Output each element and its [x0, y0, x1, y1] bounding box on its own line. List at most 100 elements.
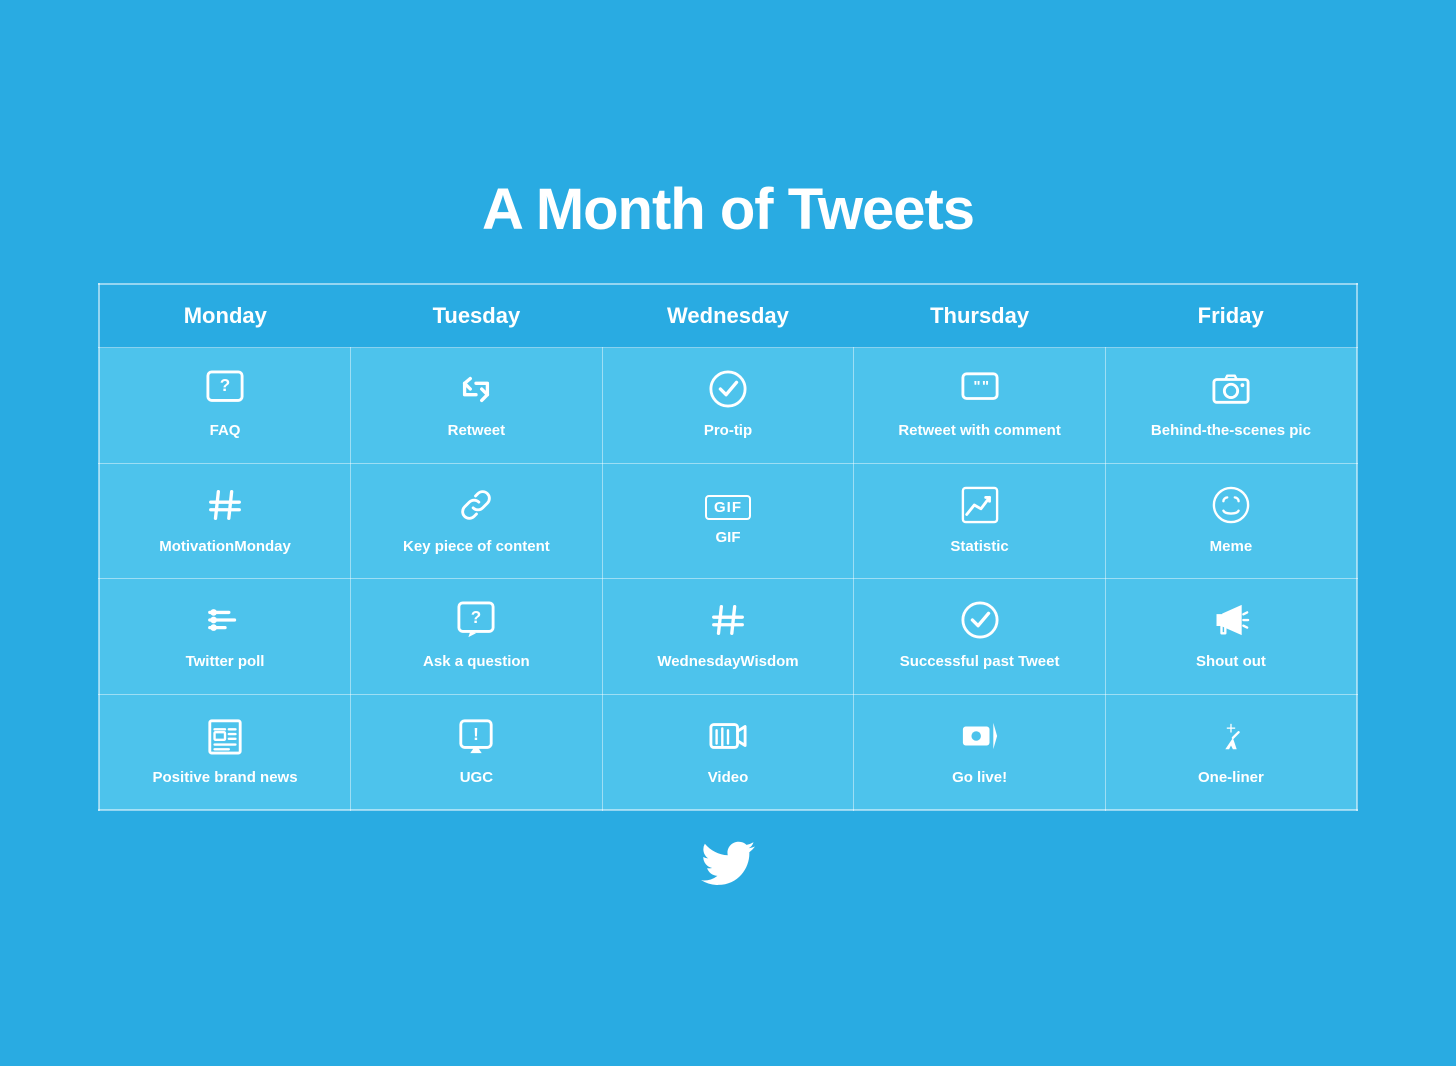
hashtag2-icon — [709, 601, 747, 644]
cell-label-4-1: Positive brand news — [153, 768, 298, 788]
cell-4-5: + One-liner — [1105, 694, 1357, 810]
cell-2-1: MotivationMonday — [99, 463, 351, 579]
cell-content-2-5: Meme — [1116, 486, 1346, 557]
check-icon — [961, 601, 999, 644]
gif-box-icon: GIF — [705, 495, 751, 520]
cell-4-3: Video — [602, 694, 854, 810]
col-friday: Friday — [1105, 284, 1357, 348]
cell-content-4-4: Go live! — [864, 717, 1095, 788]
cell-label-2-4: Statistic — [950, 537, 1008, 557]
cell-content-4-3: Video — [613, 717, 844, 788]
header-row: Monday Tuesday Wednesday Thursday Friday — [99, 284, 1357, 348]
cell-label-1-5: Behind-the-scenes pic — [1151, 421, 1311, 441]
cell-2-3: GIF GIF — [602, 463, 854, 579]
retweet-comment-icon: " " — [961, 370, 999, 413]
cell-1-5: Behind-the-scenes pic — [1105, 348, 1357, 464]
col-tuesday: Tuesday — [351, 284, 603, 348]
oneliner-icon: + — [1212, 717, 1250, 760]
faq-icon: ? — [206, 370, 244, 413]
calendar-row-2: MotivationMonday Key piece of content GIF… — [99, 463, 1357, 579]
video-icon — [709, 717, 747, 760]
cell-label-1-2: Retweet — [448, 421, 506, 441]
cell-4-1: Positive brand news — [99, 694, 351, 810]
cell-label-2-1: MotivationMonday — [159, 537, 291, 557]
live-icon — [961, 717, 999, 760]
gif-icon: GIF — [705, 495, 751, 520]
cell-label-1-3: Pro-tip — [704, 421, 752, 441]
col-thursday: Thursday — [854, 284, 1106, 348]
cell-label-4-5: One-liner — [1198, 768, 1264, 788]
cell-label-3-4: Successful past Tweet — [900, 652, 1060, 672]
cell-content-2-1: MotivationMonday — [110, 486, 340, 557]
cell-4-2: ! UGC — [351, 694, 603, 810]
cell-label-2-5: Meme — [1210, 537, 1253, 557]
svg-text:?: ? — [471, 608, 481, 627]
cell-content-2-2: Key piece of content — [361, 486, 592, 557]
news-icon — [206, 717, 244, 760]
calendar-row-4: Positive brand news ! UGC Video Go live!… — [99, 694, 1357, 810]
page-title: A Month of Tweets — [482, 176, 974, 243]
calendar-table: Monday Tuesday Wednesday Thursday Friday… — [98, 283, 1358, 811]
protip-icon — [709, 370, 747, 413]
cell-label-4-4: Go live! — [952, 768, 1007, 788]
cell-content-1-1: ? FAQ — [110, 370, 340, 441]
cell-content-1-5: Behind-the-scenes pic — [1116, 370, 1346, 441]
meme-icon — [1212, 486, 1250, 529]
cell-1-2: Retweet — [351, 348, 603, 464]
calendar-row-1: ? FAQ Retweet Pro-tip " " Retweet with c… — [99, 348, 1357, 464]
cell-content-3-1: Twitter poll — [110, 601, 340, 672]
cell-label-1-1: FAQ — [210, 421, 241, 441]
cell-label-4-2: UGC — [460, 768, 493, 788]
cell-content-3-5: Shout out — [1116, 601, 1346, 672]
cell-content-4-1: Positive brand news — [110, 717, 340, 788]
cell-2-4: Statistic — [854, 463, 1106, 579]
cell-label-2-2: Key piece of content — [403, 537, 550, 557]
link-icon — [457, 486, 495, 529]
cell-label-3-5: Shout out — [1196, 652, 1266, 672]
cell-content-4-5: + One-liner — [1116, 717, 1346, 788]
cell-4-4: Go live! — [854, 694, 1106, 810]
col-wednesday: Wednesday — [602, 284, 854, 348]
cell-label-3-1: Twitter poll — [186, 652, 265, 672]
megaphone-icon — [1212, 601, 1250, 644]
cell-label-3-2: Ask a question — [423, 652, 530, 672]
cell-label-1-4: Retweet with comment — [898, 421, 1061, 441]
cell-1-4: " " Retweet with comment — [854, 348, 1106, 464]
cell-2-2: Key piece of content — [351, 463, 603, 579]
ugc-icon: ! — [457, 717, 495, 760]
twitter-footer — [701, 841, 755, 890]
cell-3-2: ? Ask a question — [351, 579, 603, 695]
cell-3-5: Shout out — [1105, 579, 1357, 695]
svg-text:": " — [973, 378, 980, 395]
cell-label-4-3: Video — [708, 768, 749, 788]
statistic-icon — [961, 486, 999, 529]
svg-text:?: ? — [220, 376, 230, 395]
cell-1-3: Pro-tip — [602, 348, 854, 464]
poll-icon — [206, 601, 244, 644]
calendar-row-3: Twitter poll ? Ask a question WednesdayW… — [99, 579, 1357, 695]
cell-3-1: Twitter poll — [99, 579, 351, 695]
cell-content-1-3: Pro-tip — [613, 370, 844, 441]
cell-label-3-3: WednesdayWisdom — [657, 652, 798, 672]
camera-icon — [1212, 370, 1250, 413]
cell-2-5: Meme — [1105, 463, 1357, 579]
svg-text:!: ! — [474, 724, 480, 743]
cell-content-1-2: Retweet — [361, 370, 592, 441]
cell-content-2-3: GIF GIF — [613, 495, 844, 548]
cell-1-1: ? FAQ — [99, 348, 351, 464]
cell-content-2-4: Statistic — [864, 486, 1095, 557]
cell-3-4: Successful past Tweet — [854, 579, 1106, 695]
question-icon: ? — [457, 601, 495, 644]
svg-text:": " — [981, 378, 988, 395]
cell-label-2-3: GIF — [715, 528, 740, 548]
cell-content-3-2: ? Ask a question — [361, 601, 592, 672]
twitter-bird-icon — [701, 841, 755, 885]
cell-3-3: WednesdayWisdom — [602, 579, 854, 695]
retweet-icon — [457, 370, 495, 413]
cell-content-3-3: WednesdayWisdom — [613, 601, 844, 672]
col-monday: Monday — [99, 284, 351, 348]
cell-content-3-4: Successful past Tweet — [864, 601, 1095, 672]
cell-content-4-2: ! UGC — [361, 717, 592, 788]
hashtag-icon — [206, 486, 244, 529]
cell-content-1-4: " " Retweet with comment — [864, 370, 1095, 441]
